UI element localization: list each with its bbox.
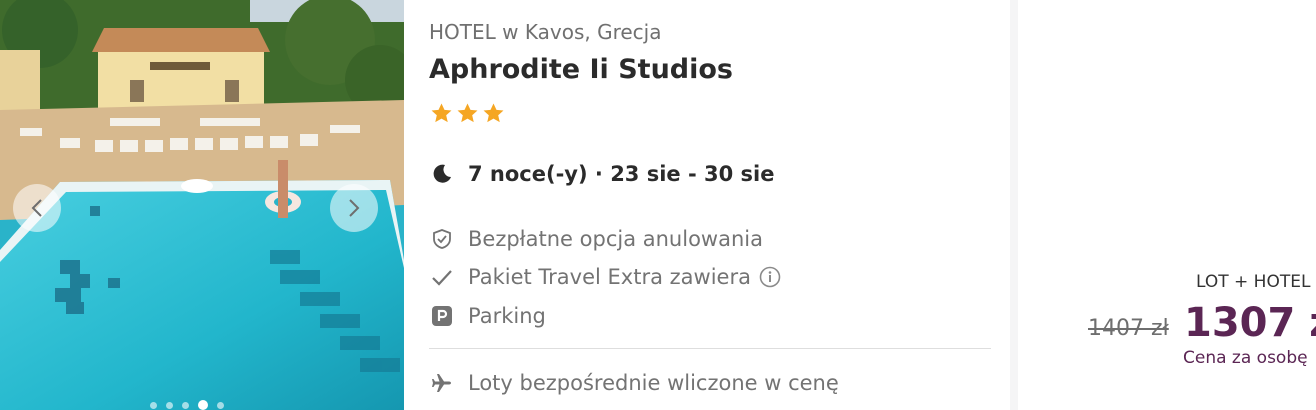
feature-direct-flights: Loty bezpośrednie wliczone w cenę xyxy=(429,370,839,396)
gallery-dots xyxy=(150,400,224,410)
feature-free-cancellation: Bezpłatne opcja anulowania xyxy=(429,226,763,252)
current-price: 1307 zł xyxy=(1184,300,1316,346)
old-price: 1407 zł xyxy=(1088,316,1169,341)
checkmark-icon xyxy=(429,264,455,290)
offer-info: HOTEL w Kavos, Grecja Aphrodite Ii Studi… xyxy=(429,0,991,410)
star-icon xyxy=(431,103,452,123)
divider xyxy=(429,348,991,349)
star-icon xyxy=(483,103,504,123)
shield-check-icon xyxy=(429,226,455,252)
offer-card[interactable]: HOTEL w Kavos, Grecja Aphrodite Ii Studi… xyxy=(0,0,1010,410)
feature-label: Loty bezpośrednie wliczone w cenę xyxy=(468,371,839,395)
star-icon xyxy=(457,103,478,123)
gallery-dot[interactable] xyxy=(166,401,173,409)
price-per-person-label: Cena za osobę xyxy=(1183,348,1308,368)
moon-icon xyxy=(429,161,455,187)
previous-photo-button[interactable] xyxy=(13,184,61,232)
next-photo-button[interactable] xyxy=(330,184,378,232)
gallery-dot[interactable] xyxy=(150,401,157,409)
feature-travel-extra: Pakiet Travel Extra zawiera xyxy=(429,264,781,290)
feature-label: Pakiet Travel Extra zawiera xyxy=(468,265,751,289)
chevron-left-icon xyxy=(31,199,42,217)
feature-parking: Parking xyxy=(429,303,546,329)
hotel-photo[interactable] xyxy=(0,0,404,410)
stay-dates: 7 noce(-y) · 23 sie - 30 sie xyxy=(429,161,774,187)
stay-dates-label: 7 noce(-y) · 23 sie - 30 sie xyxy=(468,162,775,186)
gallery-dot[interactable] xyxy=(217,401,224,409)
info-icon[interactable] xyxy=(759,266,781,288)
package-type: LOT + HOTEL xyxy=(1196,272,1311,292)
gallery-dot[interactable] xyxy=(182,401,189,409)
gallery-dot[interactable] xyxy=(198,400,208,410)
star-rating xyxy=(430,102,505,125)
hotel-location: HOTEL w Kavos, Grecja xyxy=(429,20,662,44)
feature-label: Bezpłatne opcja anulowania xyxy=(468,227,763,251)
feature-label: Parking xyxy=(468,304,546,328)
parking-icon xyxy=(429,303,455,329)
price-panel[interactable]: LOT + HOTEL 1407 zł 1307 zł Cena za osob… xyxy=(1018,0,1316,410)
chevron-right-icon xyxy=(349,199,360,217)
airplane-icon xyxy=(429,370,455,396)
hotel-name[interactable]: Aphrodite Ii Studios xyxy=(429,54,733,85)
